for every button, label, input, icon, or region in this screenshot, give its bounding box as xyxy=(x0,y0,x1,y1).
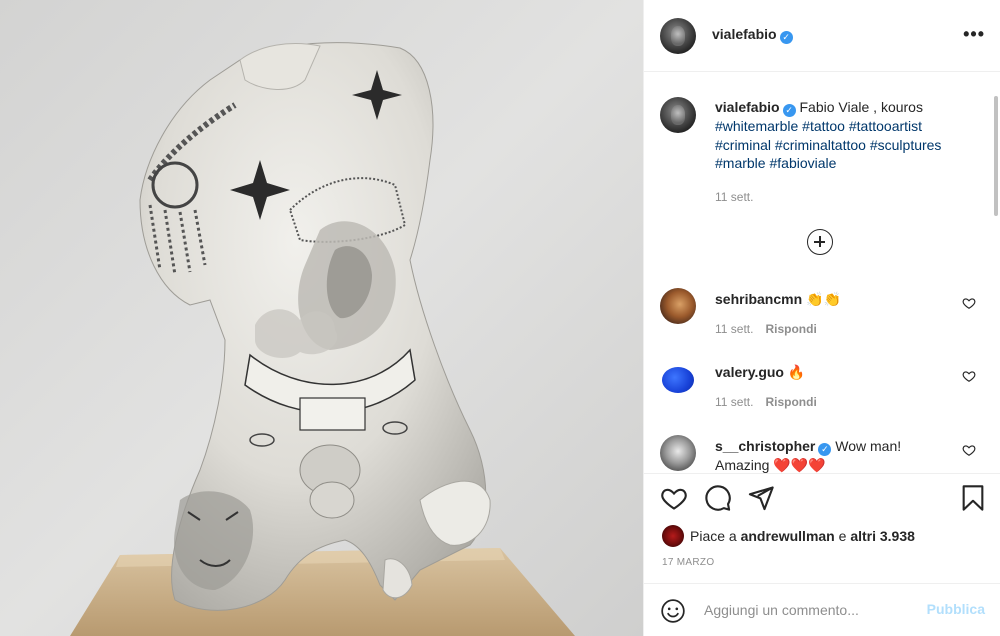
like-heart-icon[interactable] xyxy=(660,484,688,512)
hashtag-link[interactable]: #tattoo xyxy=(802,118,845,134)
hashtag-link[interactable]: #marble xyxy=(715,155,766,171)
comment-meta: 11 sett. Rispondi xyxy=(715,395,817,409)
likes-count-link[interactable]: altri 3.938 xyxy=(850,528,915,544)
post-header: vialefabio ✓ ••• xyxy=(644,0,1000,72)
likes-prefix: Piace a xyxy=(690,528,737,544)
emoji-smile-icon[interactable] xyxy=(660,598,686,624)
hashtag-link[interactable]: #tattooartist xyxy=(849,118,922,134)
caption-timestamp[interactable]: 11 sett. xyxy=(715,190,753,204)
commenter-avatar[interactable] xyxy=(660,435,696,471)
likes-text: Piace a andrewullman e altri 3.938 xyxy=(690,528,915,544)
comments-scrollbar[interactable] xyxy=(994,96,998,216)
load-more-comments-icon[interactable] xyxy=(807,229,833,255)
caption-text: Fabio Viale , kouros xyxy=(799,99,923,115)
author-username[interactable]: vialefabio xyxy=(712,26,777,42)
comment-item: valery.guo 🔥 11 sett. Rispondi xyxy=(660,361,990,421)
verified-badge-icon: ✓ xyxy=(779,31,793,44)
publish-button[interactable]: Pubblica xyxy=(927,601,985,617)
verified-badge-icon: ✓ xyxy=(782,104,796,117)
liker-username[interactable]: andrewullman xyxy=(741,528,835,544)
likes-conjunction: e xyxy=(838,528,847,544)
comment-input[interactable] xyxy=(704,600,914,620)
like-comment-heart-icon[interactable] xyxy=(962,296,976,310)
commenter-username[interactable]: s__christopher xyxy=(715,438,815,454)
add-comment-bar: Pubblica xyxy=(644,583,1000,636)
hashtag-link[interactable]: #fabioviale xyxy=(769,155,836,171)
reply-button[interactable]: Rispondi xyxy=(765,322,816,336)
hashtag-link[interactable]: #criminal xyxy=(715,137,771,153)
author-username-link[interactable]: vialefabio ✓ xyxy=(712,26,793,44)
comment-body: sehribancmn 👏👏 xyxy=(715,290,955,308)
liker-avatar[interactable] xyxy=(662,525,684,547)
comments-scroll-area[interactable]: vialefabio ✓ Fabio Viale , kouros #whitem… xyxy=(644,73,1000,473)
save-bookmark-icon[interactable] xyxy=(959,484,987,512)
comment-text: 🔥 xyxy=(787,364,806,380)
commenter-avatar[interactable] xyxy=(660,288,696,324)
hashtag-link[interactable]: #sculptures xyxy=(870,137,942,153)
comment-body: s__christopher ✓ Wow man! Amazing ❤️❤️❤️ xyxy=(715,437,955,473)
commenter-username[interactable]: sehribancmn xyxy=(715,291,802,307)
comment-text: 👏👏 xyxy=(806,291,841,307)
author-avatar[interactable] xyxy=(660,18,696,54)
hashtag-link[interactable]: #whitemarble xyxy=(715,118,798,134)
post-date[interactable]: 17 MARZO xyxy=(662,557,714,568)
post-details-panel: vialefabio ✓ ••• vialefabio ✓ Fabio Viale … xyxy=(643,0,1000,636)
reply-button[interactable]: Rispondi xyxy=(765,395,816,409)
post-actions: Piace a andrewullman e altri 3.938 17 MA… xyxy=(644,473,1000,636)
like-comment-heart-icon[interactable] xyxy=(962,443,976,457)
comment-bubble-icon[interactable] xyxy=(704,484,732,512)
comment-item: s__christopher ✓ Wow man! Amazing ❤️❤️❤️ xyxy=(660,435,990,473)
marble-torso-image xyxy=(0,0,643,636)
share-paper-plane-icon[interactable] xyxy=(747,484,775,512)
comment-item: sehribancmn 👏👏 11 sett. Rispondi xyxy=(660,288,990,348)
comment-timestamp[interactable]: 11 sett. xyxy=(715,322,753,336)
caption-author-username[interactable]: vialefabio xyxy=(715,99,780,115)
comment-meta: 11 sett. Rispondi xyxy=(715,322,817,336)
hashtag-link[interactable]: #criminaltattoo xyxy=(775,137,866,153)
verified-badge-icon: ✓ xyxy=(818,443,832,456)
more-options-icon[interactable]: ••• xyxy=(963,24,985,44)
commenter-avatar[interactable] xyxy=(660,361,696,397)
comment-body: valery.guo 🔥 xyxy=(715,363,955,381)
comment-timestamp[interactable]: 11 sett. xyxy=(715,395,753,409)
post-photo[interactable] xyxy=(0,0,643,636)
caption-author-avatar[interactable] xyxy=(660,97,696,133)
commenter-username[interactable]: valery.guo xyxy=(715,364,784,380)
like-comment-heart-icon[interactable] xyxy=(962,369,976,383)
caption-text-block: vialefabio ✓ Fabio Viale , kouros #whitem… xyxy=(715,98,985,173)
